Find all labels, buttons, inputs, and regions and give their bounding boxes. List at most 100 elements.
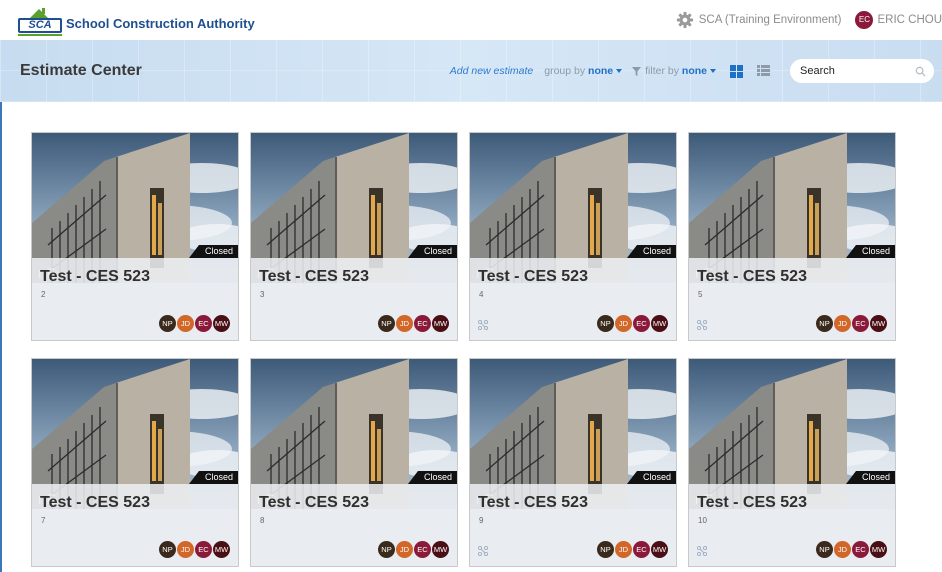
- group-by-label: group by: [544, 65, 586, 77]
- filter-icon: [632, 66, 642, 76]
- member-avatar[interactable]: NP: [378, 541, 395, 558]
- card-title: Test - CES 523: [478, 268, 588, 285]
- member-avatar[interactable]: EC: [414, 315, 431, 332]
- card-info: Test - CES 523 10 NP JD EC MW: [689, 484, 895, 566]
- filter-by-label: filter by: [645, 65, 679, 77]
- link-icon: [697, 546, 707, 556]
- page-title: Estimate Center: [20, 62, 142, 79]
- member-avatar[interactable]: NP: [597, 315, 614, 332]
- link-icon: [478, 546, 488, 556]
- member-avatar[interactable]: MW: [213, 315, 230, 332]
- estimate-card[interactable]: r E Closed Test - CES 523 3 NPJDECMW: [250, 132, 458, 341]
- card-info: Test - CES 523 8 NP JD EC MW: [251, 484, 457, 566]
- card-info: Test - CES 523 5 NP JD EC MW: [689, 258, 895, 340]
- environment-label[interactable]: SCA (Training Environment): [699, 14, 842, 26]
- member-avatar[interactable]: NP: [597, 541, 614, 558]
- group-by-dropdown[interactable]: group by none: [544, 65, 623, 77]
- member-avatar[interactable]: MW: [651, 315, 668, 332]
- member-avatar[interactable]: JD: [396, 315, 413, 332]
- member-avatar[interactable]: EC: [195, 315, 212, 332]
- caret-down-icon: [710, 69, 716, 74]
- page-header: Estimate Center Add new estimate group b…: [0, 40, 942, 102]
- member-avatar[interactable]: MW: [651, 541, 668, 558]
- card-number: 3: [260, 290, 265, 299]
- member-avatar[interactable]: MW: [870, 315, 887, 332]
- member-avatar[interactable]: NP: [816, 541, 833, 558]
- member-avatar[interactable]: JD: [177, 315, 194, 332]
- team-avatars: NP JD EC MW: [815, 315, 887, 332]
- team-avatars: NP JD EC MW: [596, 541, 668, 558]
- caret-down-icon: [616, 69, 623, 74]
- member-avatar[interactable]: JD: [834, 315, 851, 332]
- add-new-estimate-link[interactable]: Add new estimate: [450, 65, 533, 77]
- member-avatar[interactable]: EC: [414, 541, 431, 558]
- user-area: SCA (Training Environment) EC ERIC CHOU: [676, 0, 942, 40]
- card-info: Test - CES 523 9 NP JD EC MW: [470, 484, 676, 566]
- card-number: 4: [479, 290, 484, 299]
- card-info: Test - CES 523 4 NP JD EC MW: [470, 258, 676, 340]
- card-number: 5: [698, 290, 703, 299]
- member-avatar[interactable]: JD: [615, 315, 632, 332]
- member-avatar[interactable]: NP: [159, 541, 176, 558]
- team-avatars: NP JD EC MW: [377, 541, 449, 558]
- card-title: Test - CES 523: [259, 268, 369, 285]
- member-avatar[interactable]: JD: [177, 541, 194, 558]
- card-number: 9: [479, 516, 484, 525]
- filter-by-dropdown[interactable]: filter by none: [632, 65, 716, 77]
- estimate-card[interactable]: r E Closed Test - CES 523 9 NPJDECMW: [469, 358, 677, 567]
- member-avatar[interactable]: EC: [633, 541, 650, 558]
- team-avatars: NP JD EC MW: [158, 541, 230, 558]
- filter-by-value: none: [681, 65, 707, 77]
- gear-icon[interactable]: [676, 11, 694, 29]
- estimate-card[interactable]: r E Closed Test - CES 523 7 NPJDECMW: [31, 358, 239, 567]
- member-avatar[interactable]: MW: [213, 541, 230, 558]
- estimate-card[interactable]: r E Closed Test - CES 523 2 NPJDECMW: [31, 132, 239, 341]
- estimate-card[interactable]: r E Closed Test - CES 523 4 NPJDECMW: [469, 132, 677, 341]
- estimate-card[interactable]: r E Closed Test - CES 523 8 NPJDECMW: [250, 358, 458, 567]
- card-title: Test - CES 523: [478, 494, 588, 511]
- member-avatar[interactable]: JD: [615, 541, 632, 558]
- member-avatar[interactable]: EC: [633, 315, 650, 332]
- user-avatar[interactable]: EC: [855, 11, 874, 29]
- card-number: 8: [260, 516, 265, 525]
- estimate-card[interactable]: r E Closed Test - CES 523 5 NPJDECMW: [688, 132, 896, 341]
- member-avatar[interactable]: EC: [195, 541, 212, 558]
- card-info: Test - CES 523 3 NP JD EC MW: [251, 258, 457, 340]
- card-number: 7: [41, 516, 46, 525]
- member-avatar[interactable]: JD: [834, 541, 851, 558]
- brand[interactable]: SCA School Construction Authority: [18, 3, 255, 37]
- card-info: Test - CES 523 7 NP JD EC MW: [32, 484, 238, 566]
- team-avatars: NP JD EC MW: [377, 315, 449, 332]
- estimate-grid: r E Closed Test - CES 523 2 NPJDECMW: [31, 132, 896, 567]
- team-avatars: NP JD EC MW: [815, 541, 887, 558]
- team-avatars: NP JD EC MW: [158, 315, 230, 332]
- estimate-card[interactable]: r E Closed Test - CES 523 10 NPJDECMW: [688, 358, 896, 567]
- member-avatar[interactable]: NP: [816, 315, 833, 332]
- search-input[interactable]: [800, 65, 915, 77]
- card-title: Test - CES 523: [697, 268, 807, 285]
- top-bar: SCA School Construction Authority SCA (T…: [0, 0, 942, 40]
- search-icon[interactable]: [915, 66, 926, 77]
- link-icon: [478, 320, 488, 330]
- user-name[interactable]: ERIC CHOU: [877, 14, 942, 26]
- member-avatar[interactable]: NP: [378, 315, 395, 332]
- member-avatar[interactable]: EC: [852, 541, 869, 558]
- member-avatar[interactable]: MW: [432, 541, 449, 558]
- member-avatar[interactable]: MW: [870, 541, 887, 558]
- header-toolbar: Add new estimate group by none filter by…: [450, 40, 934, 102]
- card-title: Test - CES 523: [697, 494, 807, 511]
- member-avatar[interactable]: MW: [432, 315, 449, 332]
- sca-logo: SCA: [18, 7, 62, 37]
- list-view-icon[interactable]: [757, 64, 770, 78]
- member-avatar[interactable]: NP: [159, 315, 176, 332]
- member-avatar[interactable]: EC: [852, 315, 869, 332]
- member-avatar[interactable]: JD: [396, 541, 413, 558]
- brand-name: School Construction Authority: [66, 16, 255, 31]
- grid-view-icon[interactable]: [730, 64, 743, 78]
- link-icon: [697, 320, 707, 330]
- card-title: Test - CES 523: [40, 494, 150, 511]
- card-number: 2: [41, 290, 46, 299]
- card-title: Test - CES 523: [40, 268, 150, 285]
- card-title: Test - CES 523: [259, 494, 369, 511]
- card-number: 10: [698, 516, 707, 525]
